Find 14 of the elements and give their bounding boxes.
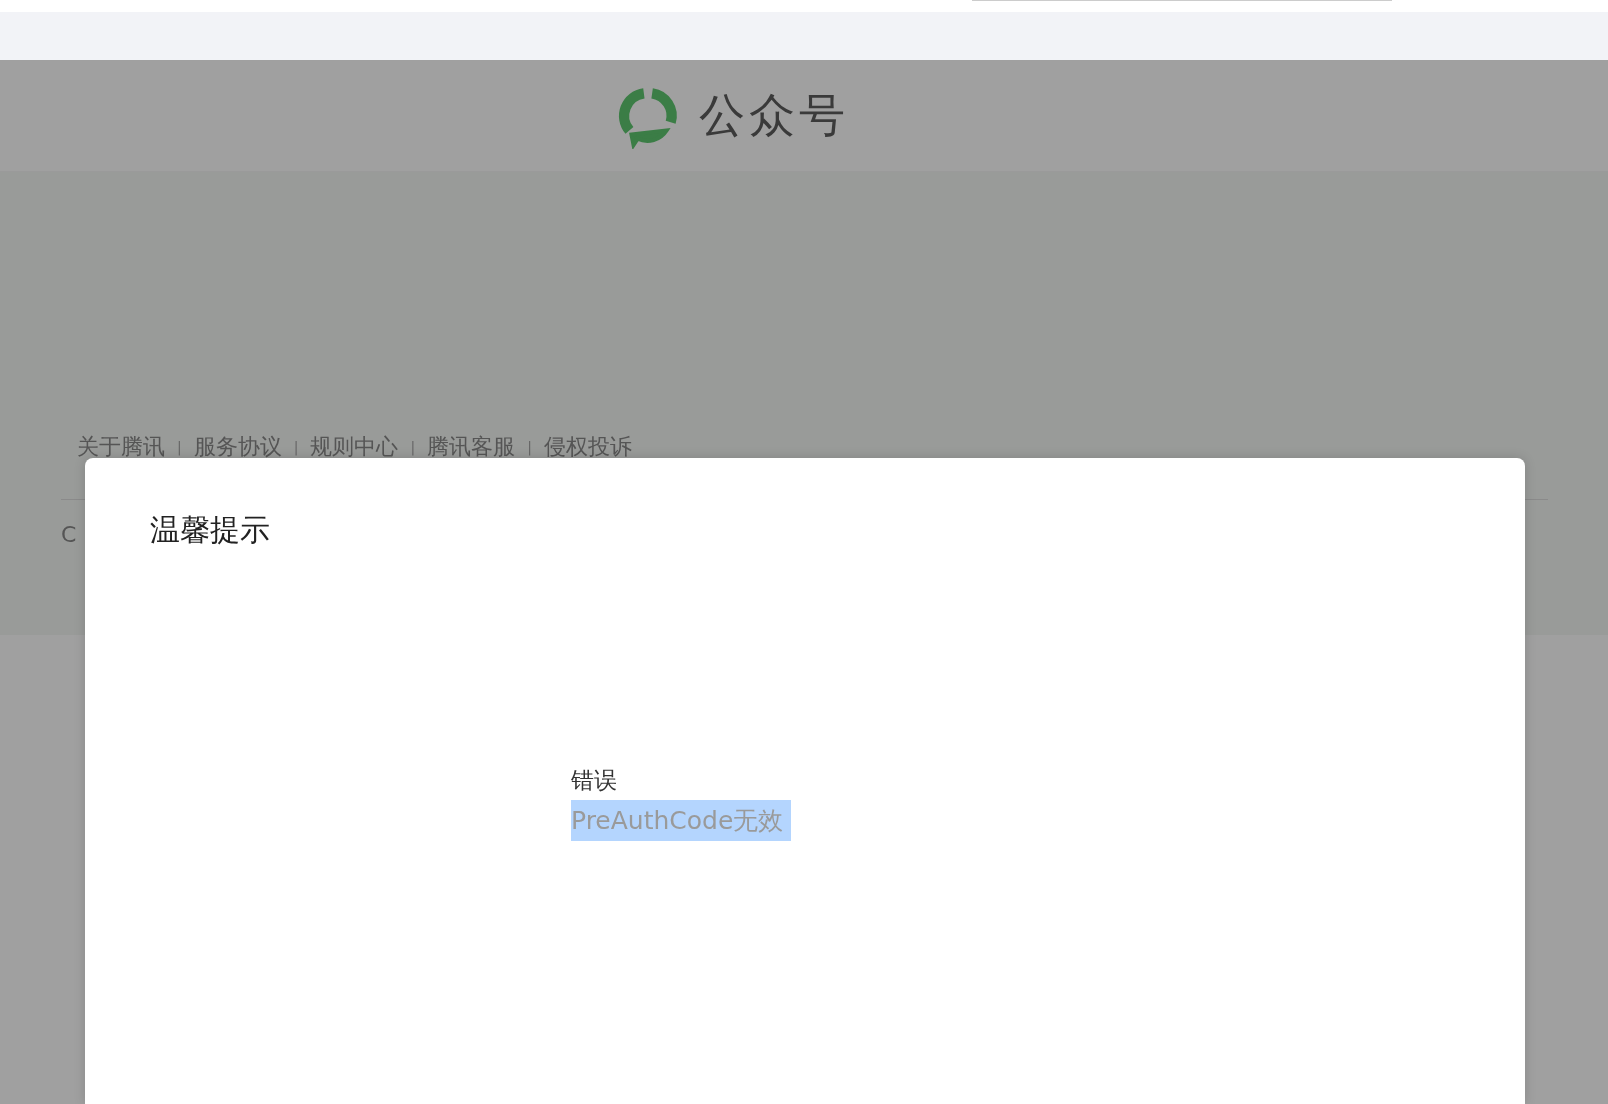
separator: | [410, 439, 416, 455]
footer-link[interactable]: 关于腾讯 [77, 432, 165, 462]
footer-link[interactable]: 规则中心 [310, 432, 399, 462]
error-title: 错误 [571, 766, 618, 795]
footer-link[interactable]: 侵权投诉 [543, 432, 632, 462]
footer-link[interactable]: 腾讯客服 [427, 432, 516, 462]
separator: | [527, 439, 532, 455]
copyright-text: C [61, 522, 77, 547]
error-message: PreAuthCode无效 [571, 800, 792, 841]
separator: | [177, 439, 182, 455]
logo-text: 公众号 [699, 86, 849, 144]
footer-link[interactable]: 服务协议 [193, 432, 282, 462]
separator: | [293, 439, 299, 455]
dialog-title: 温馨提示 [150, 511, 271, 549]
